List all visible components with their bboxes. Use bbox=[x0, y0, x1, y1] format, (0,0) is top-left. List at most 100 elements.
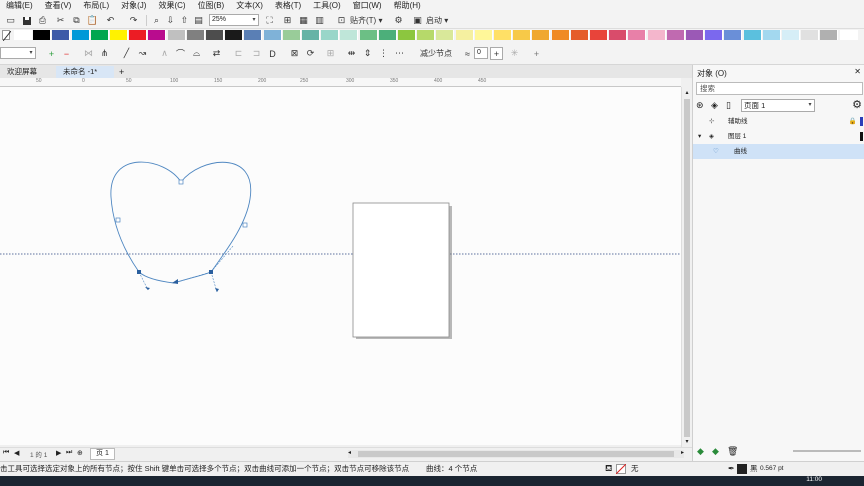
snap-to-dropdown[interactable]: 贴齐(T) ▾ bbox=[350, 14, 382, 27]
menu-tools[interactable]: 工具(O) bbox=[307, 0, 347, 12]
drawing-canvas[interactable] bbox=[0, 87, 681, 445]
color-swatch[interactable] bbox=[436, 30, 455, 40]
print-icon[interactable]: ⎙ bbox=[36, 14, 49, 27]
menu-effects[interactable]: 效果(C) bbox=[152, 0, 191, 12]
close-curve-icon[interactable]: D bbox=[266, 47, 279, 60]
color-swatch[interactable] bbox=[186, 30, 205, 40]
color-swatch[interactable] bbox=[628, 30, 647, 40]
add-tool-icon[interactable]: + bbox=[530, 47, 543, 60]
menu-edit[interactable]: 编辑(E) bbox=[0, 0, 39, 12]
menu-layout[interactable]: 布局(L) bbox=[77, 0, 115, 12]
cusp-node-icon[interactable]: ∧ bbox=[158, 47, 171, 60]
increase-icon[interactable]: + bbox=[490, 47, 503, 60]
curve-node[interactable] bbox=[178, 179, 184, 185]
color-swatch[interactable] bbox=[801, 30, 820, 40]
no-color-swatch[interactable] bbox=[2, 30, 11, 41]
page-nav-next-icon[interactable]: ▶ bbox=[56, 449, 61, 457]
menu-help[interactable]: 帮助(H) bbox=[388, 0, 427, 12]
color-swatch[interactable] bbox=[474, 30, 493, 40]
page-selector[interactable]: 页面 1 ▾ bbox=[741, 99, 815, 112]
color-swatch[interactable] bbox=[417, 30, 436, 40]
color-swatch[interactable] bbox=[110, 30, 128, 40]
color-swatch[interactable] bbox=[590, 30, 608, 40]
reduce-nodes-button[interactable]: 减少节点 bbox=[420, 47, 452, 60]
object-row-layer[interactable]: ▾ ◈ 图层 1 bbox=[693, 129, 864, 144]
color-swatch[interactable] bbox=[666, 30, 685, 40]
mirror-v-icon[interactable]: ⇕ bbox=[361, 47, 374, 60]
scroll-right-icon[interactable]: ▸ bbox=[681, 449, 684, 456]
launch-dropdown[interactable]: 启动 ▾ bbox=[426, 14, 448, 27]
view-options-icon[interactable]: ⊛ bbox=[696, 100, 704, 111]
redo-icon[interactable]: ↷ bbox=[127, 14, 140, 27]
new-master-layer-icon[interactable]: ◆ bbox=[712, 446, 719, 457]
color-swatch[interactable] bbox=[743, 30, 762, 40]
gear-icon[interactable]: ⚙ bbox=[852, 98, 862, 111]
new-layer-icon[interactable]: ◆ bbox=[697, 446, 704, 457]
fill-swatch[interactable] bbox=[616, 464, 626, 474]
objects-search-input[interactable]: 搜索 bbox=[696, 82, 863, 95]
stretch-nodes-icon[interactable]: ⊠ bbox=[288, 47, 301, 60]
color-swatch[interactable] bbox=[90, 30, 109, 40]
zoom-level-field[interactable]: 25% ▾ bbox=[209, 14, 259, 26]
object-row-curve[interactable]: ♡ 曲线 bbox=[693, 144, 864, 159]
new-tab-icon[interactable]: + bbox=[116, 66, 128, 78]
object-row-guides[interactable]: ⊹ 辅助线 🔒 bbox=[693, 114, 864, 129]
layers-icon[interactable]: ◈ bbox=[711, 100, 718, 111]
launch-icon[interactable]: ▣ bbox=[411, 14, 424, 27]
chevron-down-icon[interactable]: ▾ bbox=[250, 15, 258, 25]
color-swatch[interactable] bbox=[686, 30, 704, 40]
undo-icon[interactable]: ↶ bbox=[104, 14, 117, 27]
control-handle[interactable] bbox=[210, 245, 234, 273]
curve-node[interactable] bbox=[242, 222, 248, 228]
publish-pdf-icon[interactable]: ▤ bbox=[192, 14, 205, 27]
color-swatch[interactable] bbox=[206, 30, 224, 40]
elastic-mode-icon[interactable]: ⋮ bbox=[377, 47, 390, 60]
guidelines-icon[interactable]: ▥ bbox=[313, 14, 326, 27]
page-nav-first-icon[interactable]: ⏮ bbox=[3, 449, 9, 457]
delete-node-icon[interactable]: − bbox=[60, 47, 73, 60]
select-all-icon[interactable]: ✳ bbox=[508, 47, 521, 60]
color-swatch[interactable] bbox=[455, 30, 474, 40]
color-swatch[interactable] bbox=[340, 30, 359, 40]
import-icon[interactable]: ⇩ bbox=[164, 14, 177, 27]
selection-mode-dropdown[interactable]: ▾ bbox=[0, 47, 36, 59]
color-swatch[interactable] bbox=[129, 30, 148, 40]
page-border[interactable] bbox=[352, 202, 450, 338]
rulers-icon[interactable]: ⊞ bbox=[281, 14, 294, 27]
color-swatch[interactable] bbox=[378, 30, 397, 40]
color-swatch[interactable] bbox=[52, 30, 71, 40]
page-tab[interactable]: 页 1 bbox=[90, 448, 115, 460]
color-swatch[interactable] bbox=[647, 30, 666, 40]
export-icon[interactable]: ⇧ bbox=[178, 14, 191, 27]
color-swatch[interactable] bbox=[71, 30, 90, 40]
rotate-nodes-icon[interactable]: ⟳ bbox=[304, 47, 317, 60]
color-swatch[interactable] bbox=[302, 30, 320, 40]
scroll-down-icon[interactable]: ▾ bbox=[683, 438, 691, 446]
page-icon[interactable]: ▯ bbox=[726, 100, 731, 111]
color-swatch[interactable] bbox=[494, 30, 512, 40]
join-nodes-icon[interactable]: ⋈ bbox=[82, 47, 95, 60]
save-icon[interactable] bbox=[20, 14, 33, 27]
color-swatch[interactable] bbox=[724, 30, 743, 40]
snap-icon[interactable]: ⊡ bbox=[335, 14, 348, 27]
page-nav-last-icon[interactable]: ⏭ bbox=[66, 449, 72, 457]
smooth-node-icon[interactable]: ⌒ bbox=[174, 47, 187, 60]
reverse-direction-icon[interactable]: ⇄ bbox=[210, 47, 223, 60]
menu-object[interactable]: 对象(J) bbox=[115, 0, 152, 12]
color-swatch[interactable] bbox=[321, 30, 340, 40]
extend-curve-icon[interactable]: ⊏ bbox=[232, 47, 245, 60]
menu-text[interactable]: 文本(X) bbox=[230, 0, 269, 12]
color-swatch[interactable] bbox=[570, 30, 589, 40]
color-swatch[interactable] bbox=[551, 30, 570, 40]
color-swatch[interactable] bbox=[359, 30, 378, 40]
color-swatch[interactable] bbox=[167, 30, 186, 40]
menu-view[interactable]: 查看(V) bbox=[39, 0, 78, 12]
color-swatch[interactable] bbox=[282, 30, 301, 40]
vertical-scrollbar[interactable]: ▴ ▾ bbox=[681, 87, 692, 447]
extract-subpath-icon[interactable]: ⊐ bbox=[250, 47, 263, 60]
color-swatch[interactable] bbox=[532, 30, 551, 40]
menu-table[interactable]: 表格(T) bbox=[269, 0, 307, 12]
align-nodes-icon[interactable]: ⊞ bbox=[324, 47, 337, 60]
break-curve-icon[interactable]: ⋔ bbox=[98, 47, 111, 60]
options-gear-icon[interactable]: ⚙ bbox=[392, 14, 405, 27]
